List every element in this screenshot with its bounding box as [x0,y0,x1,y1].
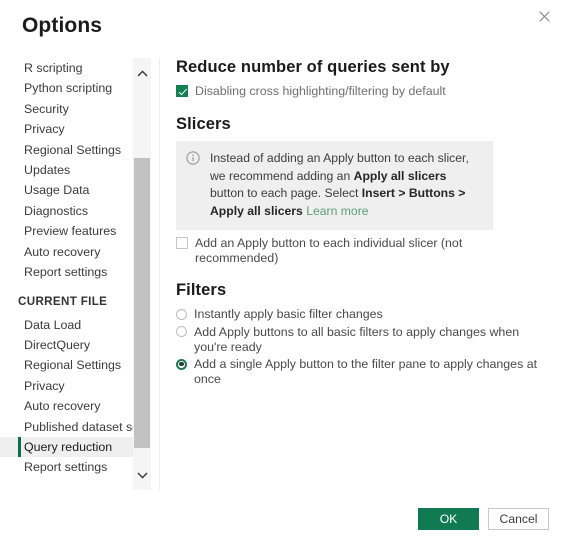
filter-option-instantly-apply-row[interactable]: Instantly apply basic filter changes [176,307,548,322]
sidebar-item-label: Python scripting [24,81,113,96]
sidebar-item-label: Query reduction [24,440,113,455]
sidebar-item-usage-data[interactable]: Usage Data [0,180,133,200]
filter-option-single-apply-row[interactable]: Add a single Apply button to the filter … [176,357,548,387]
sidebar-item-label: Preview features [24,224,117,239]
sidebar-item-python-scripting[interactable]: Python scripting [0,78,133,98]
sidebar-item-label: Regional Settings [24,358,122,373]
sidebar-item-label: Auto recovery [24,244,101,259]
sidebar-scrollbar[interactable] [133,58,151,490]
filter-option-instantly-apply-label: Instantly apply basic filter changes [194,307,383,321]
apply-button-per-slicer-checkbox[interactable] [176,237,188,249]
filter-option-instantly-apply-radio[interactable] [176,308,187,320]
options-sidebar[interactable]: R scripting Python scripting Security Pr… [0,58,133,490]
sidebar-item-label: R scripting [24,61,83,75]
info-circle-icon [186,151,201,170]
sidebar-item-cf-auto-recovery[interactable]: Auto recovery [0,396,133,416]
sidebar-item-label: Regional Settings [24,142,122,157]
dialog-footer: OK Cancel [418,508,549,530]
disable-cross-highlighting-checkbox[interactable] [176,85,188,97]
close-icon [538,10,550,22]
cancel-button[interactable]: Cancel [488,508,549,530]
pane-divider [159,58,160,490]
sidebar-item-label: Updates [24,162,71,177]
sidebar-item-label: Report settings [24,460,108,475]
reduce-queries-heading: Reduce number of queries sent by [176,58,450,76]
slicers-info-callout: Instead of adding an Apply button to eac… [176,141,493,230]
sidebar-item-cf-report-settings[interactable]: Report settings [0,457,133,477]
slicers-heading: Slicers [176,115,231,133]
sidebar-item-label: Auto recovery [24,399,101,414]
sidebar-item-query-reduction[interactable]: Query reduction [0,437,133,458]
sidebar-item-regional-settings[interactable]: Regional Settings [0,140,133,160]
scroll-up-button[interactable] [133,64,151,82]
close-button[interactable] [527,2,561,30]
sidebar-item-label: DirectQuery [24,338,91,353]
chevron-up-icon [136,64,148,82]
sidebar-item-label: Security [24,101,69,116]
sidebar-item-auto-recovery[interactable]: Auto recovery [0,242,133,262]
sidebar-item-label: Report settings [24,264,108,279]
sidebar-item-directquery[interactable]: DirectQuery [0,335,133,355]
options-content-pane: Reduce number of queries sent by Disabli… [176,58,548,387]
sidebar-item-r-scripting[interactable]: R scripting [0,58,133,78]
sidebar-item-published-dataset-settings[interactable]: Published dataset set... [0,417,133,437]
sidebar-item-security[interactable]: Security [0,99,133,119]
sidebar-item-label: Privacy [24,122,65,137]
filters-heading: Filters [176,281,227,299]
learn-more-link[interactable]: Learn more [306,204,368,218]
filter-option-single-apply-radio[interactable] [176,358,187,370]
disable-cross-highlighting-label: Disabling cross highlighting/filtering b… [195,84,446,98]
apply-button-per-slicer-label: Add an Apply button to each individual s… [195,236,463,265]
page-title: Options [22,14,103,37]
sidebar-group-current-file: CURRENT FILE [18,295,108,309]
sidebar-item-label: Diagnostics [24,203,89,218]
filter-option-single-apply-label: Add a single Apply button to the filter … [194,357,538,386]
sidebar-item-label: Data Load [24,317,82,332]
scroll-down-button[interactable] [133,466,151,484]
scrollbar-thumb[interactable] [134,158,150,448]
sidebar-item-cf-privacy[interactable]: Privacy [0,376,133,396]
filter-option-apply-buttons-all-row[interactable]: Add Apply buttons to all basic filters t… [176,325,548,355]
filter-option-apply-buttons-all-radio[interactable] [176,326,187,337]
filter-option-apply-buttons-all-label: Add Apply buttons to all basic filters t… [194,324,520,354]
info-bold-apply-all-slicers: Apply all slicers [353,168,447,183]
sidebar-item-label: Published dataset set... [24,419,133,434]
slicers-info-text: Instead of adding an Apply button to eac… [210,150,483,220]
sidebar-item-preview-features[interactable]: Preview features [0,221,133,241]
apply-button-per-slicer-checkbox-row[interactable]: Add an Apply button to each individual s… [176,236,548,266]
sidebar-item-label: Privacy [24,378,65,393]
sidebar-item-diagnostics[interactable]: Diagnostics [0,201,133,221]
chevron-down-icon [136,466,148,484]
sidebar-item-label: Usage Data [24,183,90,198]
sidebar-item-report-settings[interactable]: Report settings [0,262,133,282]
sidebar-item-privacy[interactable]: Privacy [0,119,133,139]
sidebar-item-updates[interactable]: Updates [0,160,133,180]
ok-button[interactable]: OK [418,508,479,530]
sidebar-item-cf-regional-settings[interactable]: Regional Settings [0,355,133,375]
info-text-part-2: button to each page. Select [210,186,362,200]
sidebar-item-data-load[interactable]: Data Load [0,315,133,335]
disable-cross-highlighting-checkbox-row[interactable]: Disabling cross highlighting/filtering b… [176,84,548,99]
